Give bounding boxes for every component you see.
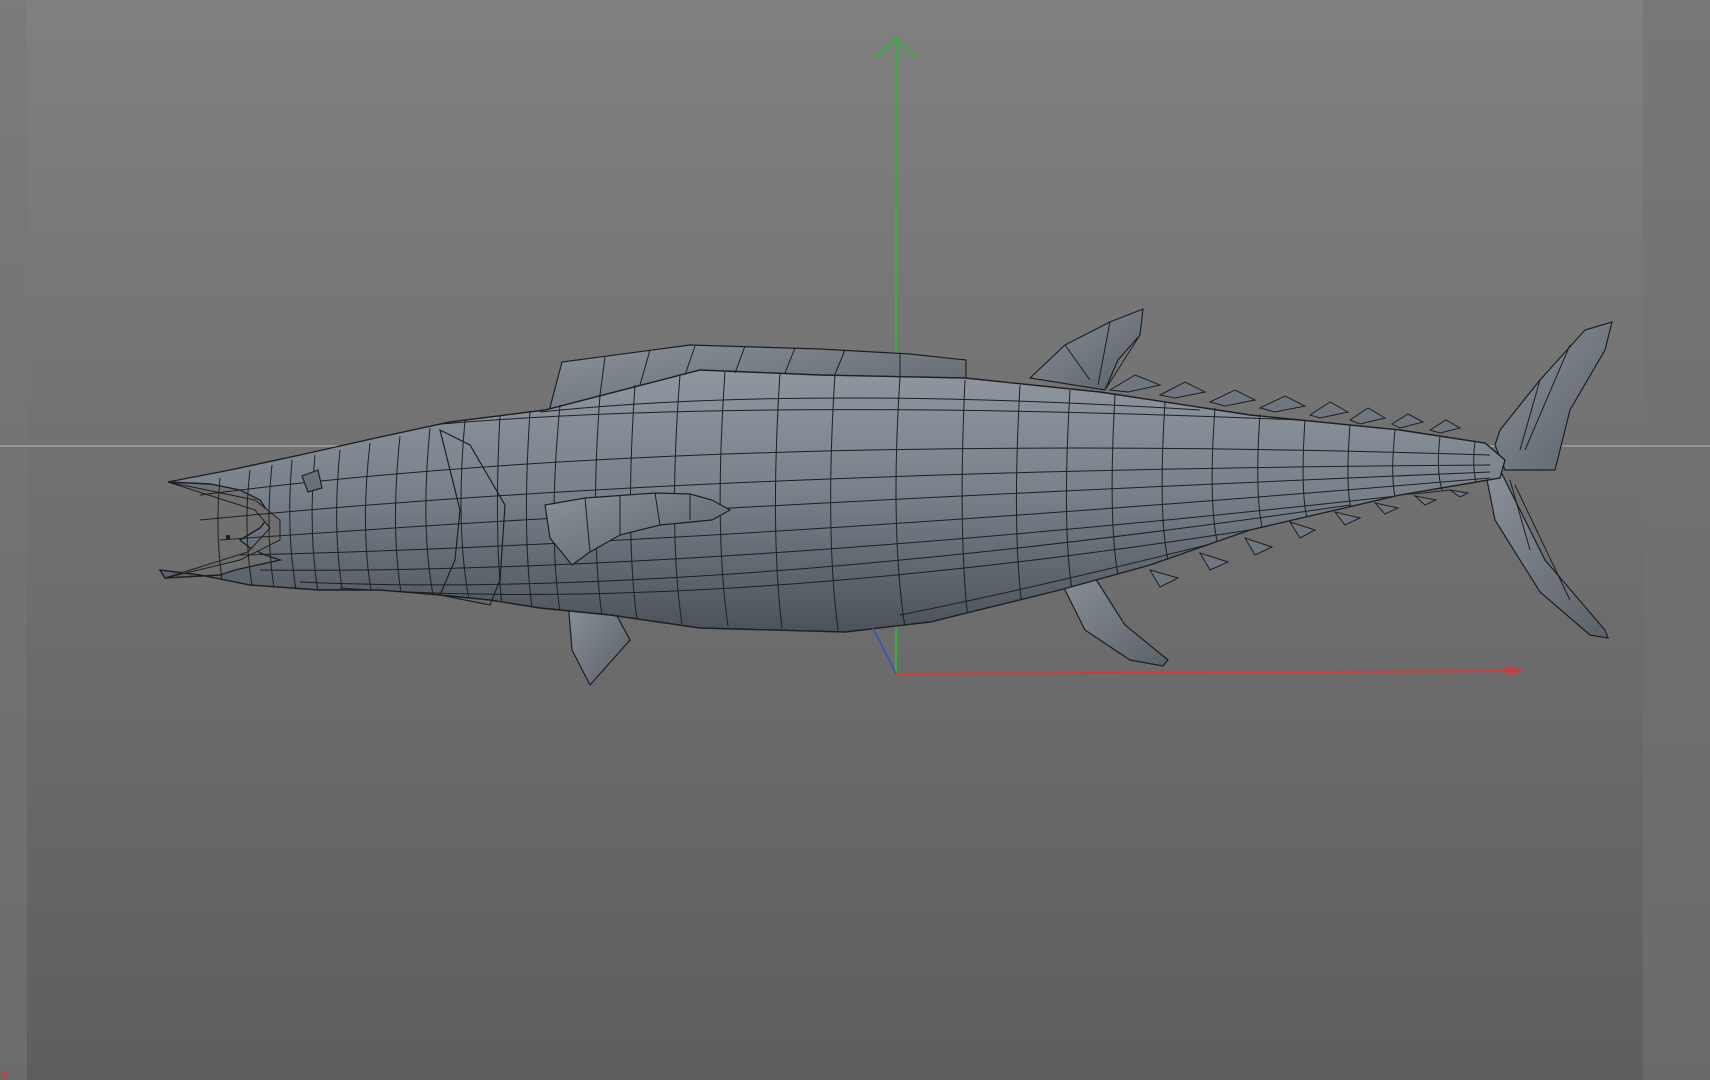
left-gutter bbox=[0, 0, 27, 1080]
3d-viewport[interactable] bbox=[0, 0, 1710, 1080]
right-gutter bbox=[1643, 0, 1710, 1080]
nostril-dot bbox=[226, 535, 230, 539]
